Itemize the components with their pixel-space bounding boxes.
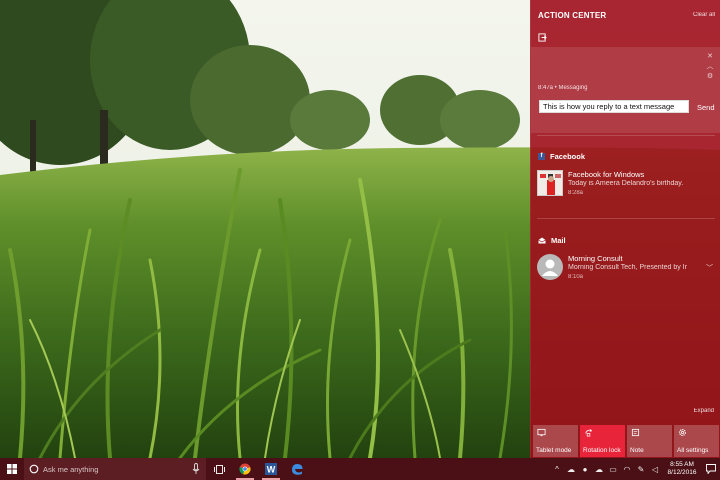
word-icon: W (265, 463, 277, 475)
battery-icon[interactable]: ▭ (606, 458, 620, 480)
chevron-up-icon[interactable]: ^ (550, 458, 564, 480)
group-header-facebook[interactable]: f Facebook (538, 152, 585, 161)
notification-thumbnail (537, 170, 563, 196)
expand-button[interactable]: Expand (694, 408, 714, 414)
start-button[interactable] (0, 458, 24, 480)
pen-icon[interactable]: ✎ (634, 458, 648, 480)
close-icon[interactable]: ✕ (705, 52, 715, 62)
action-center-icon (706, 464, 716, 474)
taskbar: Ask me anything W ^ ☁ ● ☁ ▭ ◠ ✎ ◁ 8:55 A… (0, 458, 720, 480)
quick-action-note[interactable]: Note (627, 425, 672, 457)
gear-icon[interactable]: ⚙ (705, 72, 715, 82)
quick-action-tablet-mode[interactable]: Tablet mode (533, 425, 578, 457)
message-notification[interactable]: ✕ ︿ ⚙ 8:47a • Messaging Send (531, 47, 720, 133)
clear-all-button[interactable]: Clear all (693, 12, 715, 18)
cloud-icon[interactable]: ☁ (592, 458, 606, 480)
quick-action-all-settings[interactable]: All settings (674, 425, 719, 457)
task-view-button[interactable] (206, 458, 232, 480)
divider (537, 218, 715, 219)
tray-app-icon[interactable]: ● (578, 458, 592, 480)
settings-icon (679, 429, 686, 436)
chrome-icon (239, 463, 251, 475)
volume-icon[interactable]: ◁ (648, 458, 662, 480)
chevron-up-icon[interactable]: ︿ (705, 62, 715, 72)
clock-date: 8/12/2016 (667, 469, 697, 476)
taskbar-app-edge[interactable] (284, 458, 310, 480)
quick-action-rotation-lock[interactable]: Rotation lock (580, 425, 625, 457)
quick-actions: Tablet mode Rotation lock Note All setti… (533, 425, 719, 457)
messaging-icon (538, 33, 547, 42)
taskbar-app-chrome[interactable] (232, 458, 258, 480)
avatar (537, 254, 563, 280)
action-center-panel: ACTION CENTER Clear all ✕ ︿ ⚙ 8:47a • Me… (530, 0, 720, 458)
cortana-icon (29, 464, 39, 474)
svg-text:W: W (267, 465, 276, 475)
notification-title: Facebook for Windows (568, 170, 645, 179)
task-view-icon (213, 464, 225, 474)
action-center-button[interactable] (702, 458, 720, 480)
notification-body: Today is Ameera Delandro's birthday. (568, 180, 684, 187)
action-center-title: ACTION CENTER (538, 11, 607, 20)
note-icon (631, 428, 640, 437)
notification-time: 8:28a (568, 190, 584, 196)
group-name: Mail (551, 236, 566, 245)
clock-time: 8:55 AM (670, 461, 694, 468)
onedrive-icon[interactable]: ☁ (564, 458, 578, 480)
windows-logo-icon (7, 464, 17, 474)
system-tray: ^ ☁ ● ☁ ▭ ◠ ✎ ◁ 8:55 AM 8/12/2016 (550, 458, 720, 480)
rotation-lock-icon (585, 429, 593, 437)
action-center-header: ACTION CENTER Clear all (531, 0, 720, 30)
notification-title: Morning Consult (568, 254, 623, 263)
quick-action-label: Tablet mode (536, 447, 572, 454)
message-source: 8:47a • Messaging (538, 85, 588, 91)
chevron-down-icon[interactable]: ﹀ (706, 263, 713, 273)
tablet-mode-icon (537, 428, 546, 437)
quick-action-label: All settings (677, 447, 709, 454)
microphone-icon[interactable] (192, 463, 200, 475)
clock[interactable]: 8:55 AM 8/12/2016 (662, 461, 702, 477)
mail-icon (538, 237, 546, 244)
group-header-mail[interactable]: Mail (538, 236, 566, 245)
send-button[interactable]: Send (697, 103, 715, 112)
facebook-icon: f (538, 153, 545, 160)
wifi-icon[interactable]: ◠ (620, 458, 634, 480)
divider (537, 135, 715, 136)
notification-body: Morning Consult Tech, Presented by Ir (568, 264, 687, 271)
group-name: Facebook (550, 152, 586, 161)
quick-action-label: Note (630, 447, 644, 454)
taskbar-app-word[interactable]: W (258, 458, 284, 480)
reply-input[interactable] (539, 100, 689, 113)
search-placeholder: Ask me anything (43, 464, 99, 474)
notification-time: 8:10a (568, 274, 584, 280)
quick-action-label: Rotation lock (583, 447, 621, 454)
cortana-search-box[interactable]: Ask me anything (24, 458, 206, 480)
edge-icon (292, 464, 303, 475)
